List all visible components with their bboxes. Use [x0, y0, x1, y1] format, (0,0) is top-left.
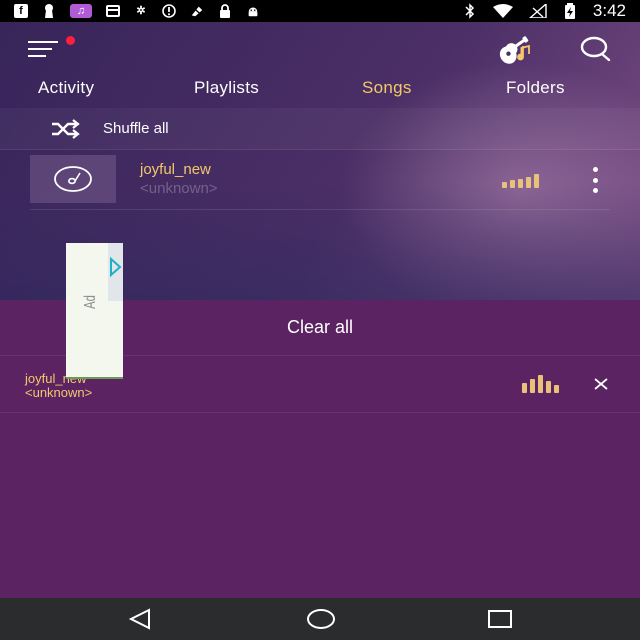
system-nav-bar	[0, 598, 640, 640]
battery-icon	[563, 3, 577, 19]
song-list-item[interactable]: joyful_new <unknown>	[30, 152, 610, 210]
toolbar	[0, 22, 640, 72]
back-icon[interactable]	[127, 607, 153, 631]
music-note-icon: ♫	[70, 4, 92, 18]
disc-icon	[54, 166, 92, 192]
status-time: 3:42	[592, 1, 626, 20]
song-title: joyful_new	[140, 161, 211, 178]
no-sim-icon	[190, 4, 204, 18]
home-icon[interactable]	[306, 607, 336, 631]
guitar-icon[interactable]	[494, 32, 534, 66]
recents-icon[interactable]	[487, 607, 513, 631]
equalizer-icon	[502, 174, 539, 188]
lock-icon	[218, 4, 232, 18]
notification-dot	[66, 36, 75, 45]
signal-icon	[528, 4, 547, 18]
ad-choices-icon[interactable]	[108, 243, 123, 301]
shuffle-icon	[50, 119, 80, 139]
bluetooth-settings-icon: ✲	[136, 4, 146, 17]
status-bar: f ♫ ✲ 3:42	[0, 0, 640, 22]
tab-songs[interactable]: Songs	[362, 78, 412, 98]
status-left-icons: f ♫ ✲	[14, 4, 260, 18]
facebook-icon: f	[14, 4, 28, 18]
status-right-icons: 3:42	[463, 1, 626, 21]
android-icon	[246, 4, 260, 18]
card-icon	[106, 4, 120, 18]
tab-bar: Activity Playlists Songs Folders	[0, 74, 640, 106]
queue-song-artist: <unknown>	[25, 385, 93, 400]
ad-label: Ad	[81, 295, 99, 309]
remove-from-queue-icon[interactable]	[592, 375, 610, 393]
equalizer-icon	[522, 375, 559, 393]
tab-folders[interactable]: Folders	[506, 78, 565, 98]
hamburger-menu-icon[interactable]	[26, 34, 75, 62]
tab-activity[interactable]: Activity	[38, 78, 94, 98]
song-artist: <unknown>	[140, 180, 218, 197]
tab-playlists[interactable]: Playlists	[194, 78, 259, 98]
wifi-icon	[492, 4, 513, 18]
shuffle-all-label: Shuffle all	[103, 120, 169, 137]
alert-circle-icon	[162, 4, 176, 18]
more-options-icon[interactable]	[588, 167, 602, 193]
keyhole-icon	[42, 4, 56, 18]
search-icon[interactable]	[578, 34, 612, 64]
album-art	[30, 155, 116, 203]
bluetooth-icon	[463, 3, 477, 19]
ad-banner[interactable]: Ad	[66, 243, 123, 379]
shuffle-all-button[interactable]: Shuffle all	[0, 108, 640, 150]
